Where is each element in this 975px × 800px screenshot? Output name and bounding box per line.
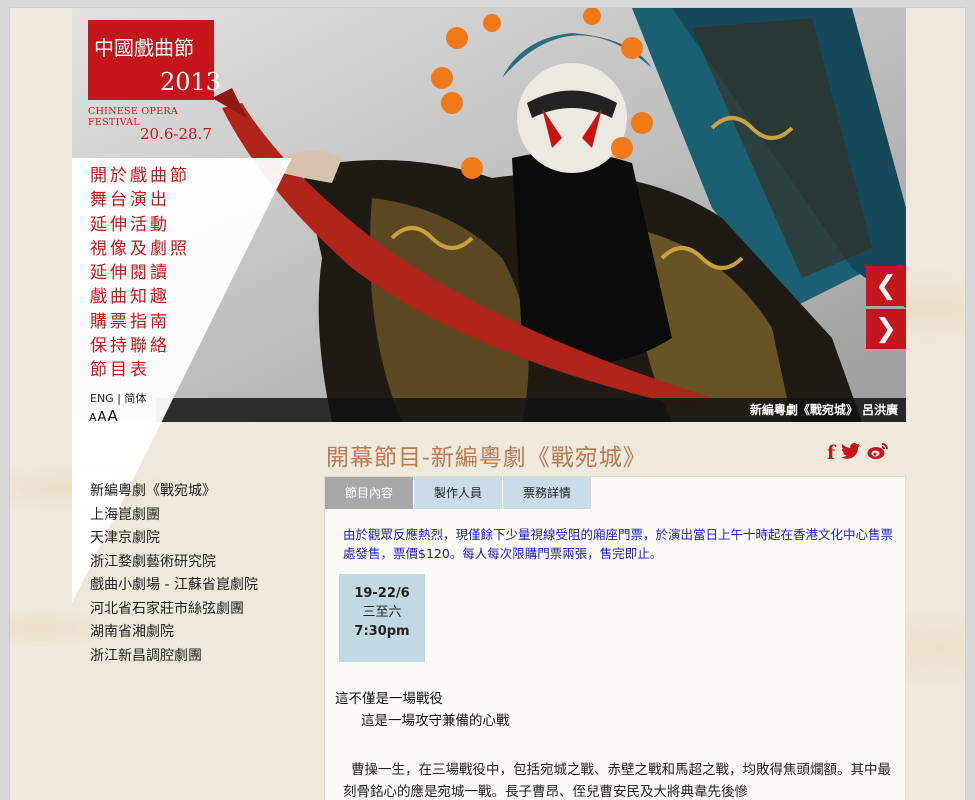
lang-separator: | — [113, 392, 125, 405]
font-large-button[interactable]: A — [107, 407, 117, 425]
intro-line-2: 這是一場攻守兼備的心戰 — [361, 713, 510, 729]
tab-program-content[interactable]: 節目內容 — [325, 477, 414, 509]
nav-item-knowledge[interactable]: 戲曲知趣 — [90, 285, 190, 309]
page-title: 開幕節目-新編粵劇《戰宛城》 — [326, 445, 647, 471]
logo-dates: 20.6-28.7 — [140, 125, 212, 143]
program-link[interactable]: 新編粵劇《戰宛城》 — [90, 480, 258, 504]
program-link[interactable]: 上海崑劇團 — [90, 504, 258, 528]
schedule-dates: 19-22/6 — [354, 586, 410, 601]
lang-english[interactable]: ENG — [90, 392, 114, 405]
main-navigation: 開於戲曲節 舞台演出 延伸活動 視像及劇照 延伸閱讀 戲曲知趣 購票指南 保持聯… — [90, 164, 190, 383]
nav-item-contact[interactable]: 保持聯絡 — [90, 334, 190, 358]
weibo-icon[interactable] — [867, 442, 889, 464]
program-link[interactable]: 浙江婺劇藝術研究院 — [90, 551, 258, 575]
content-panel: 節目內容 製作人員 票務詳情 由於觀眾反應熱烈，現僅餘下少量視線受阻的廂座門票，… — [324, 476, 906, 800]
intro-line-1: 這不僅是一場戰役 — [335, 691, 443, 707]
prev-slide-button[interactable]: ❮ — [866, 266, 906, 306]
nav-item-about[interactable]: 開於戲曲節 — [90, 164, 190, 188]
nav-item-performances[interactable]: 舞台演出 — [90, 188, 190, 212]
next-slide-button[interactable]: ❯ — [866, 309, 906, 349]
schedule-time: 7:30pm — [354, 624, 410, 639]
font-size-controls: AAA — [89, 406, 119, 425]
nav-item-schedule[interactable]: 節目表 — [90, 358, 190, 382]
schedule-days: 三至六 — [362, 605, 402, 620]
font-small-button[interactable]: A — [89, 411, 97, 424]
logo-chars: 中國戲曲節 — [94, 36, 194, 60]
nav-item-reading[interactable]: 延伸閱讀 — [90, 261, 190, 285]
page-frame: 新編粵劇《戰宛城》 呂洪廣 ❮ ❯ 中國戲曲節 2013 CHINESE OPE… — [10, 8, 965, 800]
logo-year: 2013 — [160, 68, 222, 96]
program-link[interactable]: 浙江新昌調腔劇團 — [90, 645, 258, 669]
ticket-notice: 由於觀眾反應熱烈，現僅餘下少量視線受阻的廂座門票，於演出當日上午十時起在香港文化… — [343, 527, 894, 561]
language-switcher: ENG | 简体 — [90, 390, 146, 406]
twitter-icon[interactable] — [841, 443, 861, 463]
nav-item-videos-photos[interactable]: 視像及劇照 — [90, 237, 190, 261]
program-link[interactable]: 河北省石家莊市絲弦劇團 — [90, 598, 258, 622]
social-links: f — [827, 442, 889, 464]
program-link[interactable]: 戲曲小劇場 - 江蘇省崑劇院 — [90, 574, 258, 598]
tab-ticket-details[interactable]: 票務詳情 — [503, 477, 592, 509]
content-tabs: 節目內容 製作人員 票務詳情 — [325, 477, 592, 509]
hero-caption: 新編粵劇《戰宛城》 呂洪廣 — [749, 403, 898, 417]
program-description: 曹操一生，在三場戰役中，包括宛城之戰、赤壁之戰和馬超之戰，均敗得焦頭爛額。其中最… — [343, 762, 891, 800]
tab-production-team[interactable]: 製作人員 — [414, 477, 503, 509]
schedule-box: 19-22/6 三至六 7:30pm — [339, 574, 425, 662]
lang-simplified[interactable]: 简体 — [124, 392, 146, 405]
nav-item-activities[interactable]: 延伸活動 — [90, 213, 190, 237]
font-medium-button[interactable]: A — [98, 410, 107, 425]
logo-seal: 中國戲曲節 2013 — [88, 20, 221, 100]
nav-item-ticketing[interactable]: 購票指南 — [90, 310, 190, 334]
program-list: 新編粵劇《戰宛城》 上海崑劇團 天津京劇院 浙江婺劇藝術研究院 戲曲小劇場 - … — [90, 480, 258, 668]
festival-logo[interactable]: 中國戲曲節 2013 CHINESE OPERA FESTIVAL 20.6-2… — [88, 20, 221, 145]
facebook-icon[interactable]: f — [827, 442, 835, 464]
program-link[interactable]: 天津京劇院 — [90, 527, 258, 551]
program-link[interactable]: 湖南省湘劇院 — [90, 621, 258, 645]
